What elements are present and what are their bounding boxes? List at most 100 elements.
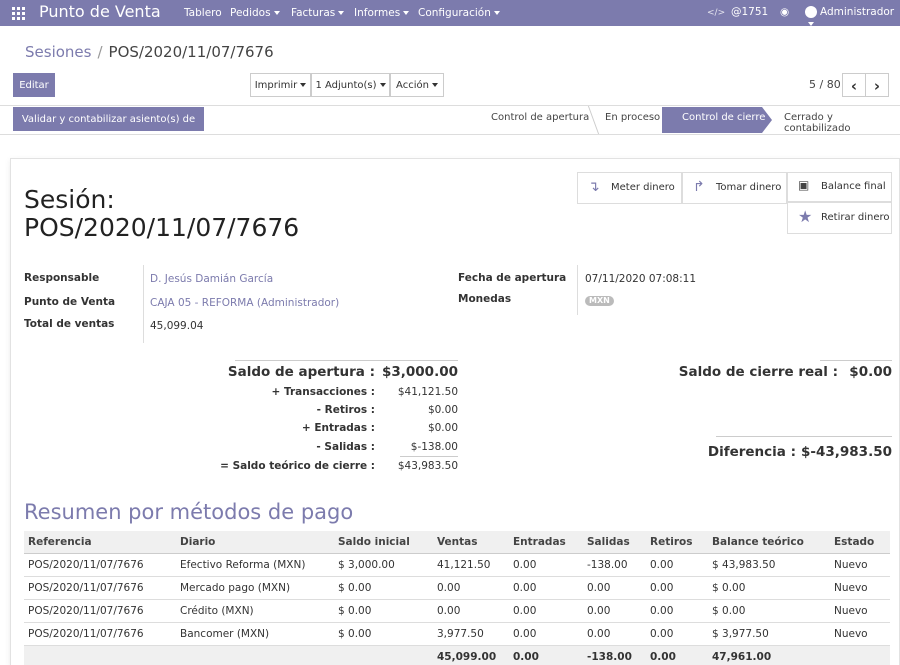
breadcrumb-current: POS/2020/11/07/7676 — [108, 43, 274, 61]
menu-facturas[interactable]: Facturas — [291, 7, 345, 19]
table-cell: 0.00 — [433, 576, 509, 600]
table-row[interactable]: POS/2020/11/07/7676 Crédito (MXN) $ 0.00… — [24, 599, 890, 623]
validate-closing-button[interactable]: Validar y contabilizar asiento(s) de cie… — [13, 107, 204, 149]
page-title: POS/2020/11/07/7676 — [24, 213, 300, 242]
table-cell: -138.00 — [583, 553, 646, 577]
chevron-down-icon — [379, 83, 386, 87]
apps-menu-icon[interactable] — [12, 7, 25, 20]
responsable-value[interactable]: D. Jesús Damián García — [150, 273, 273, 285]
table-cell: 41,121.50 — [433, 553, 509, 577]
retirar-dinero-button[interactable]: ★ Retirar dinero — [787, 202, 892, 234]
chevron-down-icon — [431, 83, 438, 87]
table-cell: 0.00 — [509, 576, 583, 600]
column-header[interactable]: Balance teórico — [708, 531, 830, 554]
table-cell: POS/2020/11/07/7676 — [24, 576, 176, 600]
footer-total-entradas: 0.00 — [509, 644, 583, 665]
table-row[interactable]: POS/2020/11/07/7676 Mercado pago (MXN) $… — [24, 576, 890, 600]
column-header[interactable]: Ventas — [433, 531, 509, 554]
column-header[interactable]: Retiros — [646, 531, 708, 554]
stage-control-cierre[interactable]: Control de cierre — [682, 112, 765, 123]
chevron-down-icon — [403, 11, 410, 15]
table-cell: $ 0.00 — [334, 599, 433, 623]
stage-en-proceso[interactable]: En proceso — [605, 112, 660, 123]
menu-configuracion[interactable]: Configuración — [418, 7, 500, 19]
table-cell: Nuevo — [830, 622, 890, 646]
diferencia-value: $-43,983.50 — [800, 444, 892, 460]
table-cell: Nuevo — [830, 599, 890, 623]
saldo-teorico-value: $43,983.50 — [397, 460, 458, 472]
table-cell: 0.00 — [583, 622, 646, 646]
chevron-down-icon — [493, 11, 500, 15]
footer-cell — [334, 644, 433, 665]
table-cell: Crédito (MXN) — [176, 599, 334, 623]
breadcrumb: Sesiones / POS/2020/11/07/7676 — [25, 43, 274, 61]
chat-icon[interactable]: ◉ — [780, 6, 789, 18]
fecha-apertura-value: 07/11/2020 07:08:11 — [585, 273, 697, 285]
column-header[interactable]: Saldo inicial — [334, 531, 433, 554]
meter-dinero-button[interactable]: ↴ Meter dinero — [577, 172, 682, 204]
table-cell: $ 3,977.50 — [708, 622, 830, 646]
salidas-value: $-138.00 — [410, 441, 458, 453]
pager-next-button[interactable]: › — [865, 73, 889, 97]
footer-total-salidas: -138.00 — [583, 644, 646, 665]
table-row[interactable]: POS/2020/11/07/7676 Bancomer (MXN) $ 0.0… — [24, 622, 890, 646]
edit-button[interactable]: Editar — [13, 73, 55, 97]
attachments-button[interactable]: 1 Adjunto(s) — [311, 73, 390, 97]
column-header[interactable]: Estado — [830, 531, 890, 554]
monedas-label: Monedas — [458, 293, 512, 305]
app-title[interactable]: Punto de Venta — [39, 2, 161, 21]
table-cell: $ 3,000.00 — [334, 553, 433, 577]
activity-counter[interactable]: @1751 — [731, 6, 768, 18]
debug-icon[interactable]: </> — [707, 8, 725, 18]
table-cell: $ 0.00 — [708, 599, 830, 623]
pager-value[interactable]: 5 / 80 — [809, 78, 841, 91]
user-menu[interactable]: Administrador — [805, 6, 900, 30]
column-header[interactable]: Referencia — [24, 531, 176, 554]
menu-informes[interactable]: Informes — [354, 7, 410, 19]
section-title: Resumen por métodos de pago — [24, 500, 354, 524]
chevron-down-icon — [808, 22, 814, 26]
saldo-teorico-label: = Saldo teórico de cierre : — [220, 460, 375, 472]
footer-cell — [176, 644, 334, 665]
column-header[interactable]: Diario — [176, 531, 334, 554]
menu-pedidos[interactable]: Pedidos — [230, 7, 280, 19]
total-ventas-value: 45,099.04 — [150, 320, 204, 332]
menu-tablero[interactable]: Tablero — [184, 7, 222, 19]
table-row[interactable]: POS/2020/11/07/7676 Efectivo Reforma (MX… — [24, 553, 890, 577]
diferencia-label: Diferencia : — [707, 444, 796, 460]
divider — [820, 360, 892, 361]
table-cell: 0.00 — [433, 599, 509, 623]
breadcrumb-sesiones[interactable]: Sesiones — [25, 43, 91, 61]
stage-control-apertura[interactable]: Control de apertura — [491, 112, 589, 123]
footer-total-ventas: 45,099.00 — [433, 644, 509, 665]
saldo-cierre-label: Saldo de cierre real : — [678, 364, 838, 380]
column-header[interactable]: Entradas — [509, 531, 583, 554]
table-cell: 0.00 — [583, 576, 646, 600]
table-cell: $ 0.00 — [334, 576, 433, 600]
arrow-down-icon: ↴ — [588, 179, 600, 195]
pager-previous-button[interactable]: ‹ — [842, 73, 866, 97]
table-cell: 0.00 — [646, 576, 708, 600]
table-cell: POS/2020/11/07/7676 — [24, 622, 176, 646]
tomar-dinero-button[interactable]: ↱ Tomar dinero — [682, 172, 787, 204]
footer-cell — [24, 644, 176, 665]
table-cell: POS/2020/11/07/7676 — [24, 553, 176, 577]
print-button[interactable]: Imprimir — [250, 73, 311, 97]
balance-final-button[interactable]: ▣ Balance final — [787, 172, 892, 202]
action-button[interactable]: Acción — [390, 73, 444, 97]
entradas-label: + Entradas : — [301, 422, 375, 434]
payment-methods-table: Referencia Diario Saldo inicial Ventas E… — [24, 531, 890, 665]
table-cell: Bancomer (MXN) — [176, 622, 334, 646]
saldo-cierre-value: $0.00 — [849, 364, 892, 380]
top-navbar: Punto de Venta Tablero Pedidos Facturas … — [0, 0, 900, 26]
column-header[interactable]: Salidas — [583, 531, 646, 554]
fecha-apertura-label: Fecha de apertura — [458, 272, 567, 284]
stage-cerrado[interactable]: Cerrado y contabilizado — [784, 112, 900, 134]
table-cell: POS/2020/11/07/7676 — [24, 599, 176, 623]
status-bar: Validar y contabilizar asiento(s) de cie… — [0, 105, 900, 149]
table-cell: 0.00 — [509, 553, 583, 577]
salidas-label: - Salidas : — [316, 441, 375, 453]
punto-venta-label: Punto de Venta — [24, 296, 116, 308]
chevron-down-icon — [338, 11, 345, 15]
punto-venta-value[interactable]: CAJA 05 - REFORMA (Administrador) — [150, 297, 339, 309]
